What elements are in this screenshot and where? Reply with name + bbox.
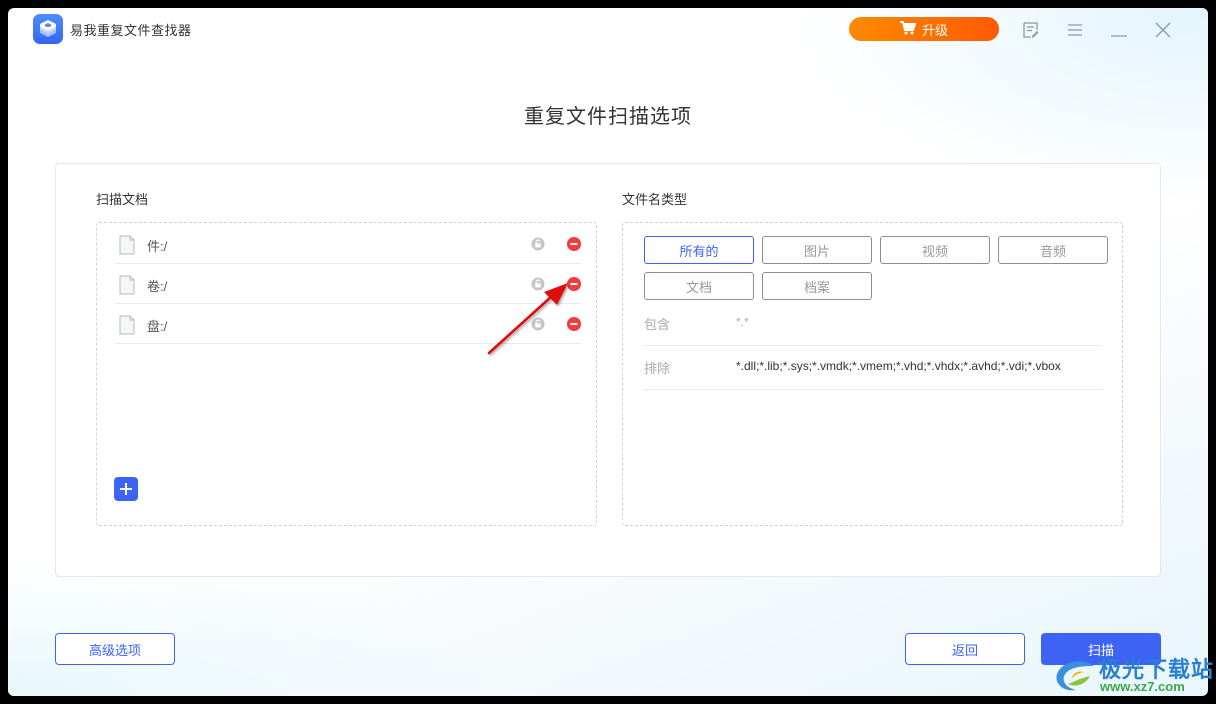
title-bar: 易我重复文件查找器 升级: [8, 8, 1208, 52]
menu-icon[interactable]: [1065, 20, 1085, 40]
include-filter-row: 包含 *.*: [644, 302, 1102, 346]
type-all-button[interactable]: 所有的: [644, 236, 754, 264]
advanced-options-button[interactable]: 高级选项: [55, 633, 175, 665]
folder-row[interactable]: 盘:/: [115, 304, 581, 344]
folder-row[interactable]: 卷:/: [115, 264, 581, 304]
add-folder-button[interactable]: [114, 477, 138, 501]
remove-folder-icon[interactable]: [567, 277, 581, 296]
include-label: 包含: [644, 317, 671, 332]
page-title: 重复文件扫描选项: [524, 106, 692, 128]
lock-icon[interactable]: [531, 277, 545, 296]
folder-row[interactable]: 件:/: [115, 224, 581, 264]
scan-folders-label: 扫描文档: [96, 192, 149, 207]
feedback-icon[interactable]: [1021, 20, 1041, 40]
folder-path: 卷:/: [147, 279, 168, 294]
upgrade-label: 升级: [921, 22, 948, 38]
remove-folder-icon[interactable]: [567, 237, 581, 256]
cart-icon: [899, 20, 917, 38]
remove-folder-icon[interactable]: [567, 317, 581, 336]
file-icon: [119, 235, 135, 260]
watermark: 极光下载站 www.xz7.com: [1054, 650, 1214, 700]
type-images-button[interactable]: 图片: [762, 236, 872, 264]
exclude-label: 排除: [644, 361, 671, 376]
file-icon: [119, 315, 135, 340]
watermark-logo-icon: [1056, 661, 1094, 691]
type-audio-button[interactable]: 音频: [998, 236, 1108, 264]
exclude-input[interactable]: *.dll;*.lib;*.sys;*.vmdk;*.vmem;*.vhd;*.…: [736, 359, 1102, 373]
app-title: 易我重复文件查找器: [70, 23, 192, 38]
minimize-icon[interactable]: [1109, 20, 1129, 40]
scan-options-card: 扫描文档 件:/ 卷:/ 盘:/ 文件名类型 所有的 图片 视频 音频 文档 档…: [55, 163, 1161, 577]
app-window: 易我重复文件查找器 升级 重复文件扫描选项 扫描文档 件:/ 卷:/ 盘:/ 文…: [8, 8, 1208, 696]
type-documents-button[interactable]: 文档: [644, 272, 754, 300]
watermark-url: www.xz7.com: [1100, 679, 1185, 694]
upgrade-button[interactable]: 升级: [849, 17, 999, 41]
file-types-panel: 所有的 图片 视频 音频 文档 档案 包含 *.* 排除 *.dll;*.lib…: [622, 222, 1123, 526]
include-input[interactable]: *.*: [736, 315, 1102, 329]
lock-icon[interactable]: [531, 317, 545, 336]
type-videos-button[interactable]: 视频: [880, 236, 990, 264]
folder-path: 件:/: [147, 239, 168, 254]
file-icon: [119, 275, 135, 300]
lock-icon[interactable]: [531, 237, 545, 256]
type-archives-button[interactable]: 档案: [762, 272, 872, 300]
plus-icon: [120, 483, 132, 495]
scan-folders-list: 件:/ 卷:/ 盘:/: [96, 222, 597, 526]
folder-path: 盘:/: [147, 319, 168, 334]
exclude-filter-row: 排除 *.dll;*.lib;*.sys;*.vmdk;*.vmem;*.vhd…: [644, 346, 1102, 390]
close-icon[interactable]: [1153, 20, 1173, 40]
back-button[interactable]: 返回: [905, 633, 1025, 665]
app-logo-icon: [33, 14, 63, 44]
file-types-label: 文件名类型: [622, 192, 688, 207]
